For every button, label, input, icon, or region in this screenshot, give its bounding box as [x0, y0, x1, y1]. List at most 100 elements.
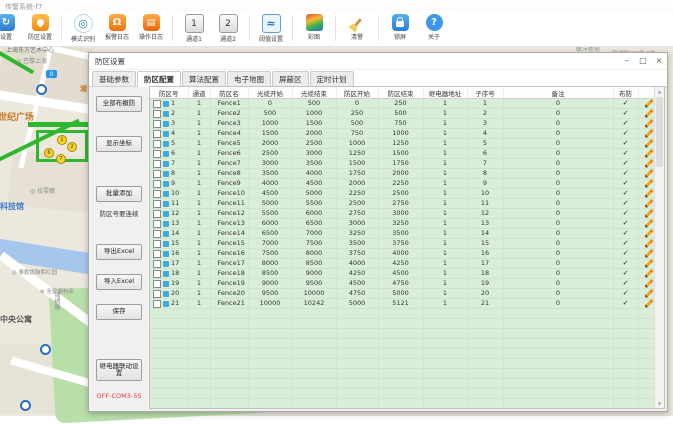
table-row: 21Fence25001000250500120✓ — [150, 109, 659, 119]
table-cell: 1 — [423, 169, 467, 179]
table-cell: 3500 — [248, 169, 292, 179]
edit-pencil-icon[interactable] — [644, 199, 653, 208]
scrollbar-thumb[interactable] — [656, 97, 663, 167]
toolbar-button-threshold[interactable]: ≈阈值设置 — [257, 14, 285, 43]
edit-pencil-icon[interactable] — [644, 139, 653, 148]
edit-pencil-icon[interactable] — [644, 299, 653, 308]
sidebar-button-2[interactable]: 显示坐标 — [96, 136, 142, 152]
edit-pencil-icon[interactable] — [644, 289, 653, 298]
dialog-title: 防区设置 — [95, 56, 125, 67]
row-checkbox[interactable] — [153, 120, 161, 128]
row-checkbox[interactable] — [153, 210, 161, 218]
table-cell: 750 — [378, 119, 423, 129]
edit-pencil-icon[interactable] — [644, 149, 653, 158]
row-checkbox[interactable] — [153, 270, 161, 278]
empty-row — [150, 329, 659, 339]
scroll-down-icon[interactable]: ▼ — [655, 399, 664, 408]
edit-pencil-icon[interactable] — [644, 99, 653, 108]
tab-4[interactable]: 电子地图 — [227, 71, 271, 86]
row-checkbox[interactable] — [153, 180, 161, 188]
toolbar-button-broom[interactable]: 清警 — [343, 14, 371, 41]
row-checkbox[interactable] — [153, 200, 161, 208]
sidebar-button-4[interactable]: 导出Excel — [96, 244, 142, 260]
tab-2[interactable]: 防区配置 — [137, 71, 181, 87]
edit-pencil-icon[interactable] — [644, 189, 653, 198]
table-cell: 4000 — [336, 259, 378, 269]
table-cell: 2500 — [336, 199, 378, 209]
route-point-marker[interactable]: 2 — [67, 142, 77, 152]
edit-pencil-icon[interactable] — [644, 279, 653, 288]
table-cell: 4 — [467, 129, 503, 139]
toolbar-button-settings[interactable]: ↻设置 — [0, 14, 20, 41]
toolbar-button-lock[interactable]: 锁屏 — [386, 14, 414, 41]
table-row: 71Fence73000350015001750170✓ — [150, 159, 659, 169]
sidebar-button-5[interactable]: 导入Excel — [96, 274, 142, 290]
route-point-marker[interactable]: 6 — [44, 148, 54, 158]
row-checkbox[interactable] — [153, 100, 161, 108]
edit-pencil-icon[interactable] — [644, 159, 653, 168]
minimize-button[interactable]: – — [619, 54, 635, 68]
toolbar-label: 锁屏 — [394, 32, 406, 41]
row-checkbox[interactable] — [153, 170, 161, 178]
table-cell: 6500 — [248, 229, 292, 239]
toolbar-button-about[interactable]: ?关于 — [420, 14, 448, 41]
edit-pencil-icon[interactable] — [644, 179, 653, 188]
tab-3[interactable]: 算法配置 — [182, 71, 226, 86]
edit-pencil-icon[interactable] — [644, 249, 653, 258]
sidebar-button-3[interactable]: 批量添加 — [96, 186, 142, 202]
table-cell: 3500 — [292, 159, 336, 169]
sidebar-button-1[interactable]: 全部布撤防 — [96, 96, 142, 112]
table-cell: 6000 — [248, 219, 292, 229]
row-checkbox[interactable] — [153, 130, 161, 138]
row-checkbox[interactable] — [153, 300, 161, 308]
sidebar-button-6[interactable]: 保存 — [96, 304, 142, 320]
tab-6[interactable]: 定时计划 — [310, 71, 354, 86]
tab-5[interactable]: 屏蔽区 — [272, 71, 309, 86]
toolbar-button-channel1[interactable]: 1通道1 — [180, 14, 208, 43]
row-checkbox[interactable] — [153, 150, 161, 158]
maximize-button[interactable]: □ — [635, 54, 651, 68]
map-origin-marker[interactable]: 0 — [46, 70, 57, 78]
edit-pencil-icon[interactable] — [644, 239, 653, 248]
route-point-marker[interactable]: 7 — [56, 154, 66, 164]
toolbar-button-alarm-bell[interactable]: Ω报警日志 — [103, 14, 131, 41]
table-cell: 3000 — [292, 149, 336, 159]
edit-pencil-icon[interactable] — [644, 259, 653, 268]
edit-pencil-icon[interactable] — [644, 219, 653, 228]
table-cell: 0 — [503, 199, 613, 209]
toolbar-label: 设置 — [0, 32, 12, 41]
route-point-marker[interactable]: 1 — [57, 135, 67, 145]
edit-pencil-icon[interactable] — [644, 169, 653, 178]
toolbar-button-op-log[interactable]: ▤操作日志 — [137, 14, 165, 41]
row-checkbox[interactable] — [153, 110, 161, 118]
edit-pencil-icon[interactable] — [644, 209, 653, 218]
close-button[interactable]: × — [651, 54, 667, 68]
row-checkbox[interactable] — [153, 280, 161, 288]
row-checkbox[interactable] — [153, 250, 161, 258]
table-cell: 0 — [503, 259, 613, 269]
row-checkbox[interactable] — [153, 260, 161, 268]
toolbar-button-zone-pin[interactable]: 防区设置 — [26, 14, 54, 41]
edit-pencil-icon[interactable] — [644, 229, 653, 238]
column-header: 防区名 — [210, 87, 248, 99]
row-checkbox[interactable] — [153, 190, 161, 198]
table-cell: 3250 — [336, 229, 378, 239]
edit-pencil-icon[interactable] — [644, 119, 653, 128]
table-cell: 3750 — [378, 239, 423, 249]
vertical-scrollbar[interactable]: ▲ ▼ — [654, 87, 664, 408]
toolbar-button-pattern[interactable]: ◎模式识别 — [69, 14, 97, 43]
toolbar-button-colormap[interactable]: 彩图 — [300, 14, 328, 41]
row-checkbox[interactable] — [153, 290, 161, 298]
scroll-up-icon[interactable]: ▲ — [655, 87, 664, 96]
row-checkbox[interactable] — [153, 220, 161, 228]
row-checkbox[interactable] — [153, 230, 161, 238]
edit-pencil-icon[interactable] — [644, 269, 653, 278]
edit-pencil-icon[interactable] — [644, 129, 653, 138]
row-checkbox[interactable] — [153, 160, 161, 168]
row-checkbox[interactable] — [153, 240, 161, 248]
row-checkbox[interactable] — [153, 140, 161, 148]
edit-pencil-icon[interactable] — [644, 109, 653, 118]
toolbar-button-channel2[interactable]: 2通道2 — [214, 14, 242, 43]
sidebar-button-7[interactable]: 继电器联动设置 — [96, 359, 142, 381]
tab-1[interactable]: 基础参数 — [92, 71, 136, 86]
